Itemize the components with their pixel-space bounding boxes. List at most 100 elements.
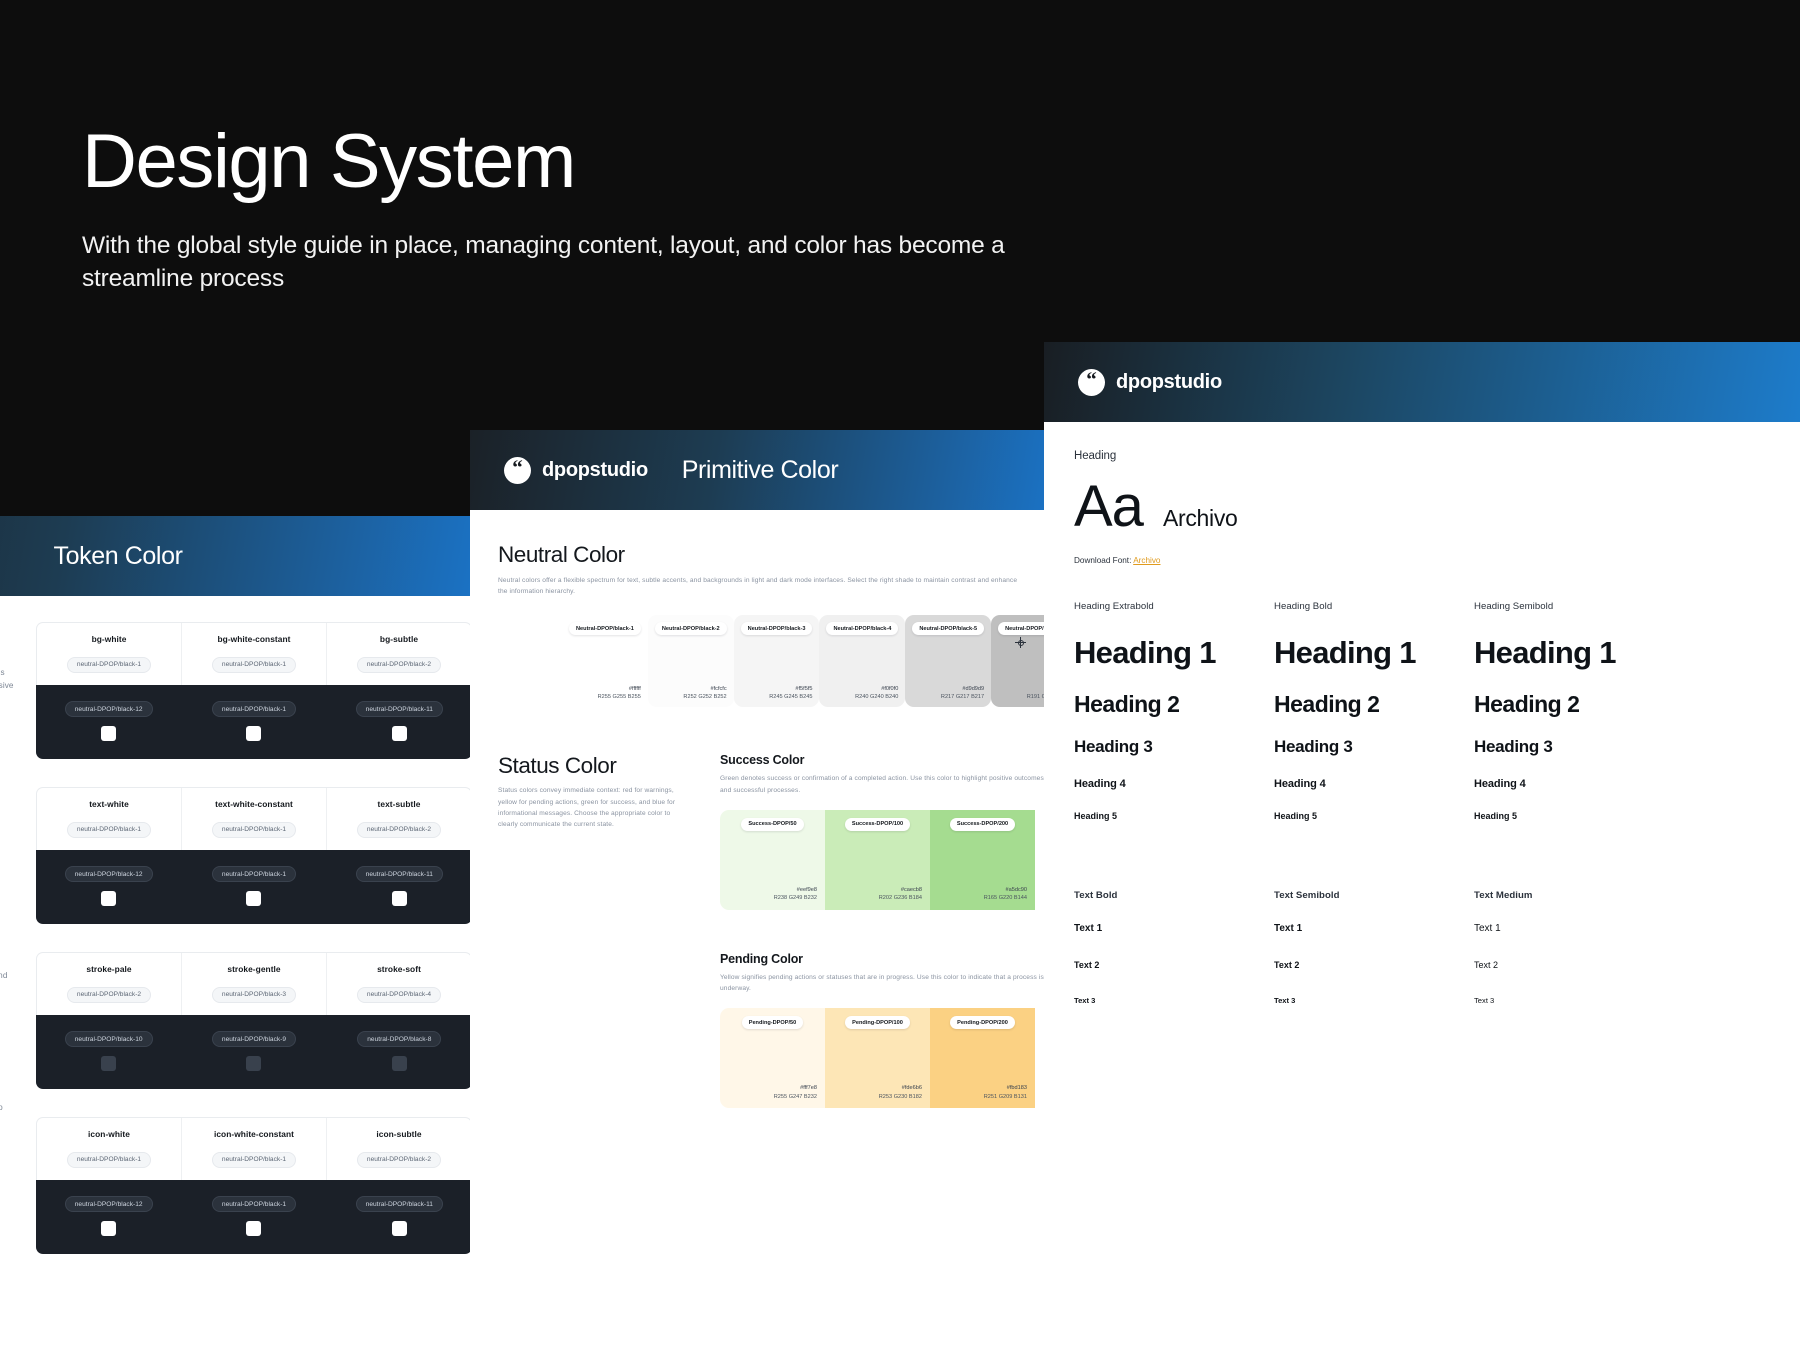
success-color-block: Success Color Green denotes success or c… — [720, 753, 1050, 909]
token-dark-cell[interactable]: neutral-DPOP/black-11 — [327, 685, 472, 760]
token-group-description: Color values for the borders and outline… — [0, 957, 14, 995]
token-group-description: Color values used for the backgrounds of… — [0, 667, 14, 705]
swatch-values: #fcfcfcR252 G252 B252 — [655, 685, 727, 702]
token-group-title: Background Token — [0, 632, 14, 658]
token-cell[interactable]: bg-white-constantneutral-DPOP/black-1 — [182, 623, 327, 685]
token-card[interactable]: icon-whiteneutral-DPOP/black-1icon-white… — [36, 1117, 472, 1254]
token-dark-cell[interactable]: neutral-DPOP/black-12 — [36, 1180, 181, 1255]
page-subtitle: With the global style guide in place, ma… — [82, 229, 1042, 296]
font-specimen-row: Aa Archivo — [1074, 478, 1770, 536]
hero-section: Design System With the global style guid… — [82, 122, 1042, 295]
color-swatch[interactable]: Pending-DPOP/200#fbd183R251 G209 B131 — [930, 1008, 1035, 1108]
token-dark-cell[interactable]: neutral-DPOP/black-1 — [181, 1180, 326, 1255]
swatch-hex: #eef9e8 — [728, 886, 817, 894]
color-swatch[interactable]: Neutral-DPOP/black-6#bfbfbfR191 G191 B19… — [991, 615, 1050, 707]
success-swatch-row: Success-DPOP/50#eef9e8R238 G249 B232Succ… — [720, 810, 1050, 910]
type-sample: Text 1 — [1474, 923, 1674, 934]
color-swatch[interactable]: Success-DPOP/100#caecb8R202 G236 B184 — [825, 810, 930, 910]
swatch-name: Neutral-DPOP/black-1 — [569, 622, 641, 635]
font-download-label: Download Font: — [1074, 556, 1131, 565]
token-dark-cell[interactable]: neutral-DPOP/black-10 — [36, 1015, 181, 1090]
font-family-name: Archivo — [1163, 505, 1238, 532]
color-swatch[interactable]: Neutral-DPOP/black-5#d9d9d9R217 G217 B21… — [905, 615, 991, 707]
type-column-title: Text Semibold — [1274, 890, 1474, 901]
token-card-dark-row: neutral-DPOP/black-10 neutral-DPOP/black-… — [36, 1015, 472, 1090]
token-card-dark-row: neutral-DPOP/black-12 neutral-DPOP/black-… — [36, 685, 472, 760]
token-group: Icon TokenColor values applied to icons.… — [0, 1067, 14, 1140]
token-reference-chip-dark: neutral-DPOP/black-1 — [212, 1196, 296, 1212]
color-swatch[interactable]: Neutral-DPOP/black-1#ffffffR255 G255 B25… — [562, 615, 648, 707]
swatch-hex: #bfbfbf — [998, 685, 1050, 693]
text-specimen-grid: Text BoldText 1Text 2Text 3Text Semibold… — [1074, 890, 1770, 1031]
swatch-rgb: R255 G247 B232 — [728, 1093, 817, 1101]
type-column-title: Heading Extrabold — [1074, 601, 1274, 612]
type-sample: Heading 5 — [1074, 811, 1274, 822]
token-name: icon-white — [43, 1129, 175, 1139]
token-reference-chip-dark: neutral-DPOP/black-9 — [212, 1031, 296, 1047]
panel-font[interactable]: “ dpopstudio Font Heading Aa Archivo Dow… — [1044, 342, 1800, 1360]
type-sample: Heading 1 — [1474, 636, 1674, 671]
token-dark-cell[interactable]: neutral-DPOP/black-11 — [327, 1180, 472, 1255]
status-swatch-groups: Success Color Green denotes success or c… — [720, 753, 1050, 1150]
color-swatch[interactable]: Success-DPOP/200#a5dc90R165 G220 B144 — [930, 810, 1035, 910]
token-cell[interactable]: stroke-paleneutral-DPOP/black-2 — [37, 953, 182, 1015]
color-swatch[interactable]: Success-DPOP/50#eef9e8R238 G249 B232 — [720, 810, 825, 910]
status-color-description: Status colors convey immediate context: … — [498, 785, 692, 830]
token-card[interactable]: bg-whiteneutral-DPOP/black-1bg-white-con… — [36, 622, 472, 759]
pending-color-description: Yellow signifies pending actions or stat… — [720, 972, 1050, 994]
token-card[interactable]: text-whiteneutral-DPOP/black-1text-white… — [36, 787, 472, 924]
token-cell[interactable]: stroke-gentleneutral-DPOP/black-3 — [182, 953, 327, 1015]
swatch-name: Neutral-DPOP/black-6 — [998, 622, 1050, 635]
color-swatch[interactable]: Neutral-DPOP/black-2 #fcfcfcR252 G252 B25… — [648, 615, 734, 707]
token-dark-cell[interactable]: neutral-DPOP/black-1 — [181, 685, 326, 760]
token-reference-chip: neutral-DPOP/black-4 — [357, 987, 441, 1003]
font-download-row: Download Font: Archivo — [1074, 556, 1770, 565]
token-reference-chip-dark: neutral-DPOP/black-12 — [65, 701, 153, 717]
color-swatch[interactable]: Pending-DPOP/100#fde6b6R253 G230 B182 — [825, 1008, 930, 1108]
quote-glyph: “ — [512, 457, 523, 478]
token-group: Text TokenColor values used for differen… — [0, 777, 14, 850]
swatch-hex: #ffffff — [569, 685, 641, 693]
panel-primitive-color[interactable]: “ dpopstudio Primitive Color Neutral Col… — [470, 430, 1050, 1360]
quote-icon: “ — [1078, 369, 1105, 396]
font-download-link[interactable]: Archivo — [1133, 556, 1160, 565]
token-cell[interactable]: stroke-softneutral-DPOP/black-4 — [327, 953, 471, 1015]
token-cell[interactable]: icon-white-constantneutral-DPOP/black-1 — [182, 1118, 327, 1180]
neutral-color-section-head: Neutral Color Neutral colors offer a fle… — [470, 542, 1050, 597]
token-dark-cell[interactable]: neutral-DPOP/black-9 — [181, 1015, 326, 1090]
token-dark-cell[interactable]: neutral-DPOP/black-1 — [181, 850, 326, 925]
swatch-name: Neutral-DPOP/black-2 — [655, 622, 727, 635]
token-cell[interactable]: bg-whiteneutral-DPOP/black-1 — [37, 623, 182, 685]
token-reference-chip-dark: neutral-DPOP/black-12 — [65, 866, 153, 882]
token-cell[interactable]: text-subtleneutral-DPOP/black-2 — [327, 788, 471, 850]
token-dark-cell[interactable]: neutral-DPOP/black-11 — [327, 850, 472, 925]
status-color-heading: Status Color — [498, 753, 692, 779]
swatch-values: #caecb8R202 G236 B184 — [833, 886, 922, 903]
type-sample: Heading 4 — [1474, 778, 1674, 791]
token-cell[interactable]: icon-subtle neutral-DPOP/black-2 — [327, 1118, 471, 1180]
token-reference-chip-dark: neutral-DPOP/black-8 — [357, 1031, 441, 1047]
token-name: icon-subtle — [333, 1129, 465, 1139]
token-card[interactable]: stroke-paleneutral-DPOP/black-2stroke-ge… — [36, 952, 472, 1089]
token-dark-cell[interactable]: neutral-DPOP/black-12 — [36, 850, 181, 925]
token-cell[interactable]: text-whiteneutral-DPOP/black-1 — [37, 788, 182, 850]
color-swatch[interactable]: Neutral-DPOP/black-4#f0f0f0R240 G240 B24… — [819, 615, 905, 707]
token-cell[interactable]: text-white-constantneutral-DPOP/black-1 — [182, 788, 327, 850]
token-dark-cell[interactable]: neutral-DPOP/black-8 — [327, 1015, 472, 1090]
token-card-dark-row: neutral-DPOP/black-12 neutral-DPOP/black-… — [36, 850, 472, 925]
token-name: bg-white — [43, 634, 175, 644]
token-dark-cell[interactable]: neutral-DPOP/black-12 — [36, 685, 181, 760]
token-cell[interactable]: bg-subtleneutral-DPOP/black-2 — [327, 623, 471, 685]
success-color-heading: Success Color — [720, 753, 1050, 767]
color-swatch[interactable]: Neutral-DPOP/black-3#f5f5f5R245 G245 B24… — [734, 615, 820, 707]
panel-token-color[interactable]: “ dpopstudio Token Color Background Toke… — [0, 516, 472, 1360]
token-card-light-row: bg-whiteneutral-DPOP/black-1bg-white-con… — [36, 622, 472, 685]
token-reference-chip: neutral-DPOP/black-2 — [357, 1152, 441, 1168]
type-sample: Text 3 — [1274, 996, 1474, 1005]
token-swatch — [246, 1221, 261, 1236]
swatch-rgb: R238 G249 B232 — [728, 894, 817, 902]
color-swatch[interactable]: Pending-DPOP/50#fff7e8R255 G247 B232 — [720, 1008, 825, 1108]
token-reference-chip: neutral-DPOP/black-2 — [357, 657, 441, 673]
token-cell[interactable]: icon-whiteneutral-DPOP/black-1 — [37, 1118, 182, 1180]
token-descriptions: Background Token Color values used for th… — [0, 622, 36, 1360]
